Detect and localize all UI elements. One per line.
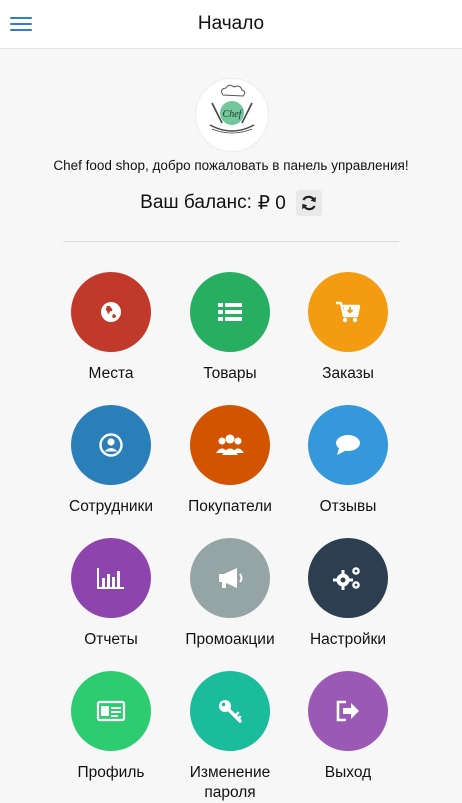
tile-change-password[interactable]: Изменение пароля bbox=[165, 671, 295, 803]
tile-logout[interactable]: Выход bbox=[283, 671, 413, 783]
group-icon bbox=[216, 434, 244, 455]
tile-label: Промоакции bbox=[185, 631, 275, 648]
tile-label: Настройки bbox=[309, 631, 386, 648]
globe-icon bbox=[101, 302, 121, 322]
list-icon bbox=[218, 303, 242, 321]
id-card-icon bbox=[96, 700, 126, 722]
megaphone-icon bbox=[219, 568, 243, 588]
tile-label: Профиль bbox=[77, 764, 145, 781]
tile-label: Сотрудники bbox=[69, 498, 153, 515]
refresh-button[interactable] bbox=[295, 190, 322, 216]
balance-label: Ваш баланс: bbox=[140, 192, 252, 213]
logo-text: Chef bbox=[223, 109, 243, 120]
divider bbox=[63, 241, 399, 242]
tile-products[interactable]: Товары bbox=[165, 272, 295, 384]
tile-label: Выход bbox=[324, 764, 372, 781]
bar-chart-icon bbox=[97, 568, 124, 589]
tile-profile[interactable]: Профиль bbox=[46, 671, 176, 783]
tile-places[interactable]: Места bbox=[46, 272, 176, 384]
gears-icon bbox=[333, 567, 360, 590]
tile-label: Заказы bbox=[322, 365, 374, 382]
logo: Chef bbox=[195, 78, 269, 152]
tile-circle bbox=[71, 272, 151, 352]
tile-orders[interactable]: Заказы bbox=[283, 272, 413, 384]
tile-reports[interactable]: Отчеты bbox=[46, 538, 176, 650]
tile-customers[interactable]: Покупатели bbox=[165, 405, 295, 517]
chat-icon bbox=[336, 435, 360, 455]
refresh-icon bbox=[302, 195, 316, 211]
balance-value: ₽ 0 bbox=[257, 192, 286, 214]
tile-label: Товары bbox=[203, 365, 257, 382]
tile-label: Отзывы bbox=[319, 498, 377, 515]
tile-employees[interactable]: Сотрудники bbox=[46, 405, 176, 517]
tile-reviews[interactable]: Отзывы bbox=[283, 405, 413, 517]
tile-label: Отчеты bbox=[84, 631, 138, 648]
tile-label: Покупатели bbox=[188, 498, 272, 515]
top-bar: Начало bbox=[0, 0, 462, 49]
balance-row: Ваш баланс: ₽ 0 bbox=[0, 190, 462, 216]
cart-icon bbox=[336, 301, 361, 323]
key-icon bbox=[219, 700, 242, 723]
tile-label: Места bbox=[88, 365, 134, 382]
welcome-text: Chef food shop, добро пожаловать в панел… bbox=[53, 158, 409, 173]
tile-promotions[interactable]: Промоакции bbox=[165, 538, 295, 650]
sign-out-icon bbox=[336, 700, 359, 722]
tile-settings[interactable]: Настройки bbox=[283, 538, 413, 650]
user-icon bbox=[99, 433, 123, 457]
page-title: Начало bbox=[197, 13, 265, 34]
tile-label: Изменение пароля bbox=[189, 764, 271, 801]
